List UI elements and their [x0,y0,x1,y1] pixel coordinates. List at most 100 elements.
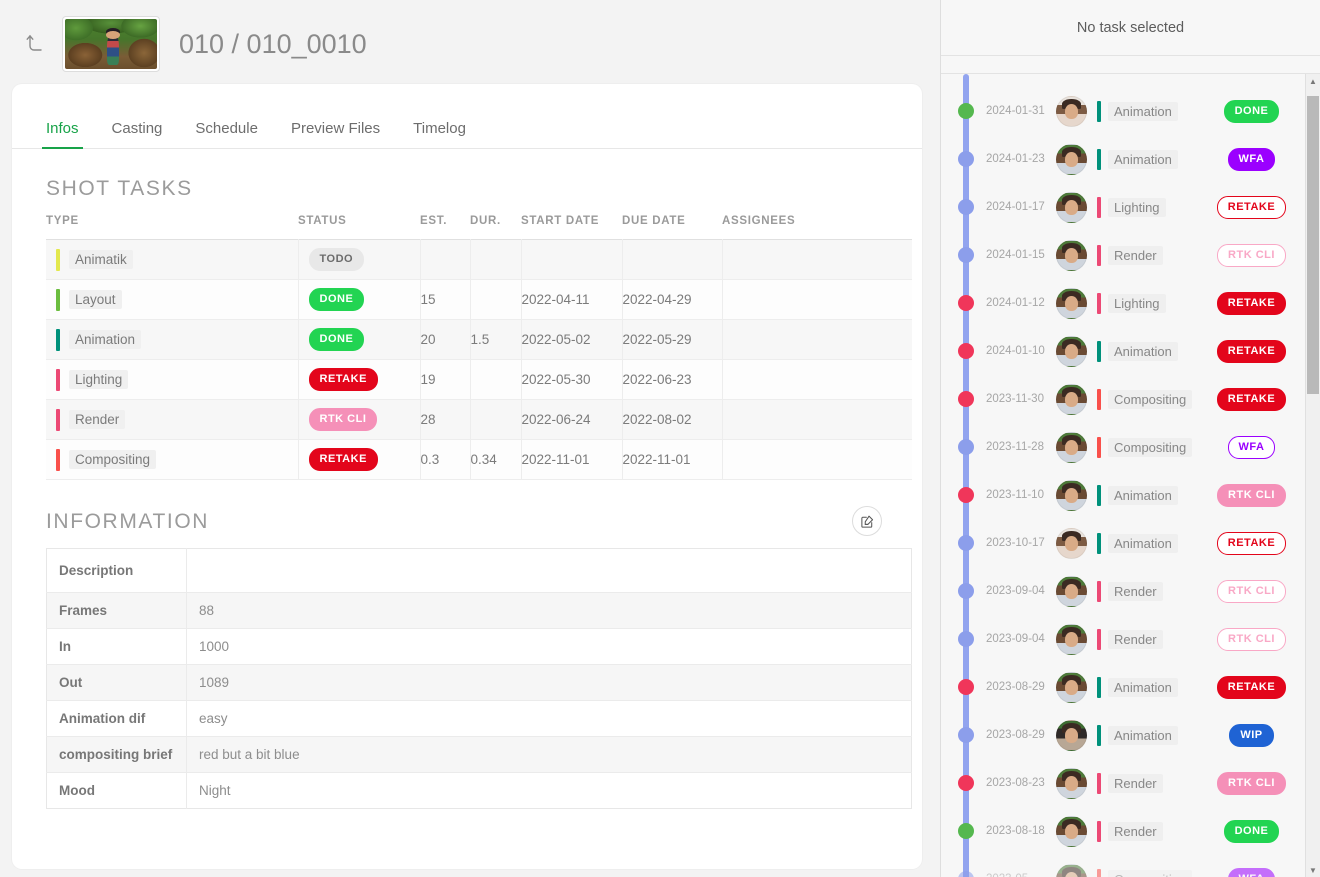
timeline-task-type[interactable]: Render [1097,820,1197,842]
status-badge[interactable]: RTK CLI [308,408,378,431]
timeline-status-dot[interactable] [958,631,974,647]
cell-assignees[interactable] [722,239,912,280]
table-row[interactable]: Animation DONE 20 1.5 2022-05-02 2022-05-29 [46,319,912,360]
tab-timelog[interactable]: Timelog [413,120,466,148]
shot-preview-thumbnail[interactable] [62,16,160,72]
timeline-status-dot[interactable] [958,391,974,407]
timeline-entry[interactable]: 2023-08-29 Animation RETAKE [941,663,1320,711]
timeline-status-dot[interactable] [958,295,974,311]
scrollbar-track[interactable] [1306,88,1320,863]
timeline-task-type[interactable]: Render [1097,580,1197,602]
column-header-dur[interactable]: DUR. [470,215,521,240]
timeline-task-type[interactable]: Animation [1097,484,1197,506]
avatar[interactable] [1056,335,1087,367]
timeline-task-type[interactable]: Render [1097,244,1197,266]
timeline-entry[interactable]: 2023-11-30 Compositing RETAKE [941,375,1320,423]
column-header-start-date[interactable]: START DATE [521,215,622,240]
cell-type[interactable]: Animation [46,319,299,360]
column-header-type[interactable]: TYPE [46,215,298,240]
tab-preview-files[interactable]: Preview Files [291,120,380,148]
cell-assignees[interactable] [722,439,912,480]
status-badge[interactable]: WFA [1227,147,1276,171]
timeline-status-dot[interactable] [958,343,974,359]
timeline-status-dot[interactable] [958,151,974,167]
cell-type[interactable]: Animatik [46,239,299,280]
timeline-task-type[interactable]: Animation [1097,676,1197,698]
avatar[interactable] [1056,719,1087,751]
cell-assignees[interactable] [722,399,912,440]
status-badge[interactable]: WFA [1227,435,1276,459]
timeline-entry[interactable]: 2023-09-04 Render RTK CLI [941,615,1320,663]
chevron-up-icon[interactable]: ▲ [1306,74,1320,88]
timeline-task-type[interactable]: Animation [1097,532,1197,554]
timeline-entry[interactable]: 2024-01-23 Animation WFA [941,135,1320,183]
cell-assignees[interactable] [722,319,912,360]
timeline-status-dot[interactable] [958,727,974,743]
timeline-entry[interactable]: 2023-08-18 Render DONE [941,807,1320,855]
avatar[interactable] [1056,623,1087,655]
status-badge[interactable]: RETAKE [308,368,378,391]
timeline-status-dot[interactable] [958,103,974,119]
table-row[interactable]: Compositing RETAKE 0.3 0.34 2022-11-01 2022-1… [46,439,912,480]
status-badge[interactable]: RETAKE [1216,339,1287,363]
timeline-status-dot[interactable] [958,679,974,695]
avatar[interactable] [1056,95,1087,127]
status-badge[interactable]: RETAKE [1216,531,1287,555]
timeline-task-type[interactable]: Lighting [1097,292,1197,314]
chevron-down-icon[interactable]: ▼ [1306,863,1320,877]
timeline-task-type[interactable]: Compositing [1097,388,1197,410]
status-badge[interactable]: RETAKE [1216,291,1287,315]
timeline-status-dot[interactable] [958,535,974,551]
tab-schedule[interactable]: Schedule [195,120,258,148]
status-badge[interactable]: WIP [1229,723,1274,747]
avatar[interactable] [1056,479,1087,511]
timeline-entry[interactable]: 2023-08-29 Animation WIP [941,711,1320,759]
timeline-status-dot[interactable] [958,199,974,215]
avatar[interactable] [1056,767,1087,799]
avatar[interactable] [1056,863,1087,877]
timeline-entry[interactable]: 2024-01-17 Lighting RETAKE [941,183,1320,231]
tab-infos[interactable]: Infos [42,120,83,149]
timeline-status-dot[interactable] [958,439,974,455]
timeline-status-dot[interactable] [958,247,974,263]
cell-assignees[interactable] [722,279,912,320]
timeline-entry[interactable]: 2023-05- Compositing WFA [941,855,1320,877]
status-badge[interactable]: RTK CLI [1217,579,1286,603]
timeline-entry[interactable]: 2023-10-17 Animation RETAKE [941,519,1320,567]
column-header-status[interactable]: STATUS [298,215,420,240]
timeline-task-type[interactable]: Lighting [1097,196,1197,218]
cell-status[interactable]: TODO [298,239,421,280]
timeline-status-dot[interactable] [958,775,974,791]
timeline-entry[interactable]: 2023-11-28 Compositing WFA [941,423,1320,471]
status-badge[interactable]: RTK CLI [1217,771,1286,795]
cell-assignees[interactable] [722,359,912,400]
timeline-status-dot[interactable] [958,583,974,599]
status-badge[interactable]: RTK CLI [1217,627,1286,651]
timeline-task-type[interactable]: Animation [1097,724,1197,746]
timeline-entry[interactable]: 2024-01-10 Animation RETAKE [941,327,1320,375]
status-badge[interactable]: DONE [1223,819,1280,843]
back-arrow-icon[interactable] [20,29,50,59]
cell-status[interactable]: DONE [298,279,421,320]
avatar[interactable] [1056,191,1087,223]
tab-casting[interactable]: Casting [112,120,163,148]
column-header-est[interactable]: EST. [420,215,470,240]
table-row[interactable]: Layout DONE 15 2022-04-11 2022-04-29 [46,279,912,320]
status-badge[interactable]: TODO [308,248,365,271]
table-row[interactable]: Animatik TODO [46,239,912,280]
timeline-status-dot[interactable] [958,487,974,503]
avatar[interactable] [1056,431,1087,463]
status-badge[interactable]: RETAKE [1216,675,1287,699]
avatar[interactable] [1056,527,1087,559]
status-badge[interactable]: RETAKE [1216,387,1287,411]
avatar[interactable] [1056,287,1087,319]
avatar[interactable] [1056,143,1087,175]
status-badge[interactable]: RTK CLI [1217,483,1286,507]
status-badge[interactable]: DONE [1223,99,1280,123]
status-badge[interactable]: DONE [308,328,365,351]
timeline-task-type[interactable]: Render [1097,772,1197,794]
scrollbar-thumb[interactable] [1307,96,1319,394]
avatar[interactable] [1056,383,1087,415]
table-row[interactable]: Render RTK CLI 28 2022-06-24 2022-08-02 [46,399,912,440]
cell-status[interactable]: RTK CLI [298,399,421,440]
